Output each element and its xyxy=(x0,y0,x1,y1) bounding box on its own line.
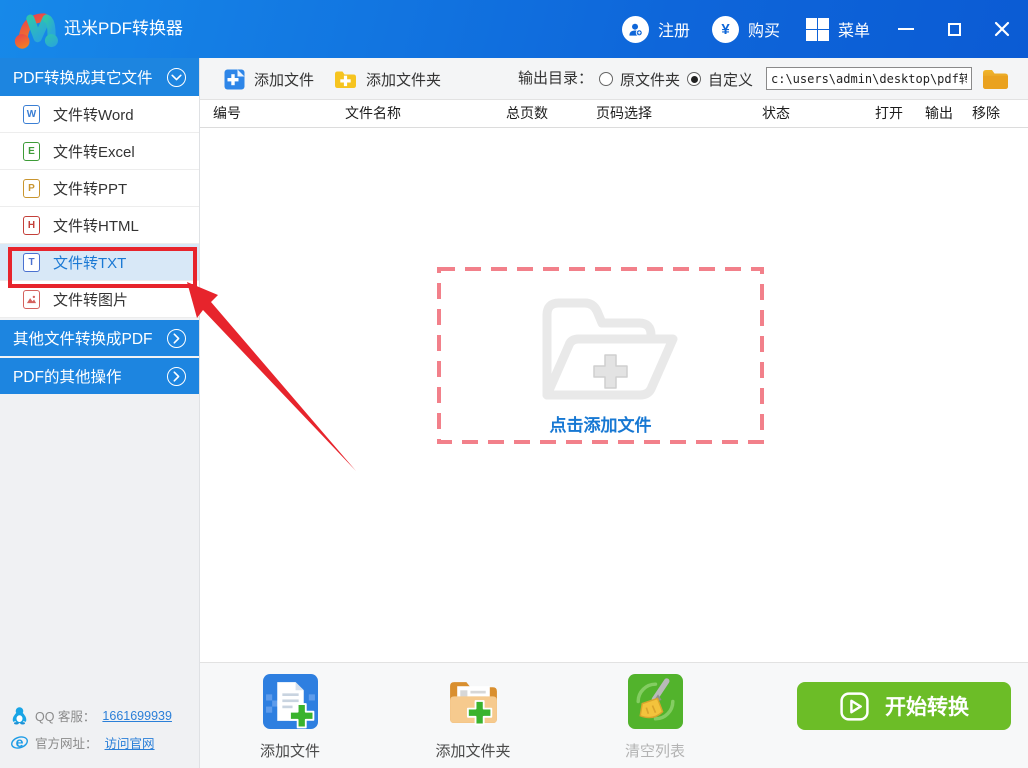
browse-folder-icon[interactable] xyxy=(982,67,1009,90)
bottom-add-folder-button[interactable]: 添加文件夹 xyxy=(427,674,519,761)
col-open: 打开 xyxy=(875,105,903,121)
open-folder-add-icon xyxy=(542,298,677,400)
col-filename: 文件名称 xyxy=(345,105,401,121)
add-file-big-icon xyxy=(262,674,318,729)
output-path-input[interactable] xyxy=(766,67,972,90)
sidebar-section-pdf-other-ops[interactable]: PDF的其他操作 xyxy=(0,356,199,394)
menu-label: 菜单 xyxy=(838,23,871,40)
maximize-icon xyxy=(947,22,961,36)
item-label: 文件转Excel xyxy=(53,143,135,161)
close-button[interactable] xyxy=(984,0,1020,58)
bottom-add-file-label: 添加文件 xyxy=(259,743,320,760)
minimize-button[interactable] xyxy=(888,0,924,58)
clear-list-icon xyxy=(627,674,683,729)
word-file-icon: W xyxy=(23,104,40,124)
ie-browser-icon: e xyxy=(11,734,28,750)
app-title: 迅米PDF转换器 xyxy=(64,19,183,38)
output-dir-label: 输出目录： xyxy=(518,70,594,87)
sidebar-footer: QQ 客服： 1661699939 e 官方网址： 访问官网 xyxy=(11,702,172,756)
add-folder-big-icon xyxy=(449,682,497,726)
yuan-icon: ¥ xyxy=(712,15,739,43)
section-label: 其他文件转换成PDF xyxy=(13,331,153,348)
add-file-button[interactable]: 添加文件 xyxy=(224,58,314,100)
item-label: 文件转Word xyxy=(53,106,134,124)
col-output: 输出 xyxy=(925,105,953,121)
sidebar-section-pdf-to-other[interactable]: PDF转换成其它文件 xyxy=(0,58,199,96)
register-button[interactable]: 注册 xyxy=(622,0,690,58)
play-icon xyxy=(840,691,869,721)
sidebar-item-pdf-to-txt[interactable]: T 文件转TXT xyxy=(0,244,199,281)
chevron-down-icon xyxy=(167,67,186,87)
add-folder-label: 添加文件夹 xyxy=(366,71,442,89)
section-label: PDF转换成其它文件 xyxy=(13,70,153,87)
col-status: 状态 xyxy=(762,105,790,121)
col-pages: 总页数 xyxy=(506,105,548,121)
radio-custom-folder[interactable]: 自定义 xyxy=(687,58,753,100)
item-label: 文件转图片 xyxy=(53,291,129,309)
drop-zone-add-files[interactable]: 点击添加文件 xyxy=(437,267,764,444)
sidebar: PDF转换成其它文件 W 文件转Word E 文件转Excel P 文件转PPT… xyxy=(0,58,200,768)
title-bar: 迅米PDF转换器 注册 ¥ 购买 菜单 xyxy=(0,0,1028,58)
sidebar-item-pdf-to-html[interactable]: H 文件转HTML xyxy=(0,207,199,244)
bottom-bar: 添加文件 添加文件夹 清空列表 开始转换 xyxy=(200,662,1028,768)
maximize-button[interactable] xyxy=(936,0,972,58)
menu-button[interactable]: 菜单 xyxy=(806,0,870,58)
section-label: PDF的其他操作 xyxy=(13,369,122,386)
official-site-label: 官方网址： xyxy=(35,737,98,751)
bottom-add-folder-label: 添加文件夹 xyxy=(435,743,511,760)
ppt-file-icon: P xyxy=(23,178,40,198)
radio-circle-icon xyxy=(599,72,613,86)
add-file-icon xyxy=(224,69,245,89)
qq-icon xyxy=(12,707,27,725)
user-icon xyxy=(622,15,649,43)
radio-original-folder[interactable]: 原文件夹 xyxy=(599,58,680,100)
toolbar: 添加文件 添加文件夹 输出目录： 原文件夹 自定义 xyxy=(200,58,1028,100)
item-label: 文件转PPT xyxy=(53,180,128,198)
add-folder-icon xyxy=(335,71,356,88)
add-folder-button[interactable]: 添加文件夹 xyxy=(334,58,441,100)
minimize-icon xyxy=(898,28,914,30)
drop-zone-label: 点击添加文件 xyxy=(549,416,652,435)
excel-file-icon: E xyxy=(23,141,40,161)
file-table-header: 编号 文件名称 总页数 页码选择 状态 打开 输出 移除 xyxy=(200,100,1028,128)
visit-site-link[interactable]: 访问官网 xyxy=(105,733,155,752)
radio-custom-label: 自定义 xyxy=(708,71,754,89)
col-remove: 移除 xyxy=(972,105,1000,121)
buy-label: 购买 xyxy=(748,23,781,40)
sidebar-section-other-to-pdf[interactable]: 其他文件转换成PDF xyxy=(0,318,199,356)
item-label: 文件转TXT xyxy=(53,254,127,272)
sidebar-item-pdf-to-word[interactable]: W 文件转Word xyxy=(0,96,199,133)
close-icon xyxy=(994,21,1010,37)
qq-service-label: QQ 客服： xyxy=(35,710,96,724)
app-logo-icon xyxy=(14,13,58,49)
txt-file-icon: T xyxy=(23,252,40,272)
qq-number-link[interactable]: 1661699939 xyxy=(102,709,172,723)
file-list-area: 点击添加文件 xyxy=(200,128,1028,662)
chevron-right-icon xyxy=(167,328,186,348)
image-file-icon xyxy=(23,289,40,309)
register-label: 注册 xyxy=(658,23,691,40)
buy-button[interactable]: ¥ 购买 xyxy=(712,0,780,58)
col-page-select: 页码选择 xyxy=(596,105,652,121)
sidebar-item-pdf-to-ppt[interactable]: P 文件转PPT xyxy=(0,170,199,207)
sidebar-item-pdf-to-image[interactable]: 文件转图片 xyxy=(0,281,199,318)
radio-circle-selected-icon xyxy=(687,72,701,86)
item-label: 文件转HTML xyxy=(53,217,139,235)
start-convert-label: 开始转换 xyxy=(885,696,969,719)
main-area: 添加文件 添加文件夹 输出目录： 原文件夹 自定义 编号 xyxy=(200,58,1028,768)
html-file-icon: H xyxy=(23,215,40,235)
col-number: 编号 xyxy=(213,105,241,121)
bottom-clear-list-button[interactable]: 清空列表 xyxy=(609,674,701,761)
grid-menu-icon xyxy=(806,17,829,41)
radio-original-label: 原文件夹 xyxy=(620,71,681,89)
bottom-add-file-button[interactable]: 添加文件 xyxy=(244,674,336,761)
bottom-clear-list-label: 清空列表 xyxy=(624,743,685,760)
start-convert-button[interactable]: 开始转换 xyxy=(797,682,1011,730)
chevron-right-icon xyxy=(167,366,186,386)
sidebar-item-pdf-to-excel[interactable]: E 文件转Excel xyxy=(0,133,199,170)
add-file-label: 添加文件 xyxy=(254,71,315,89)
